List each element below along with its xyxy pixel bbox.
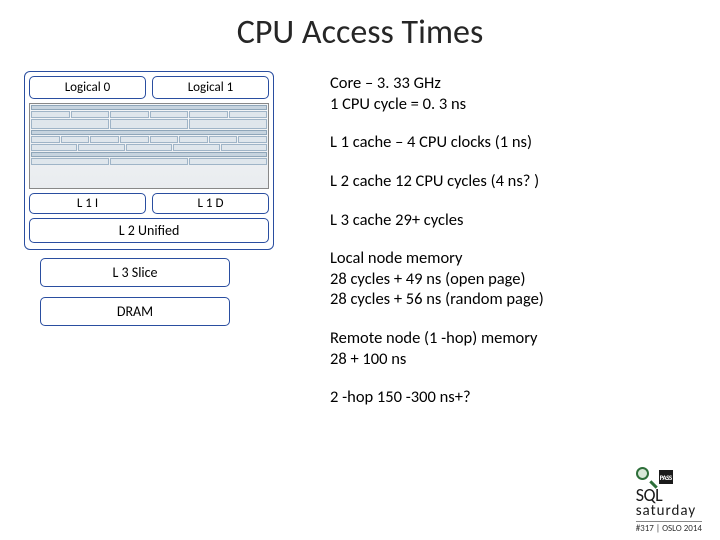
l2-unified-box: L 2 Unified bbox=[29, 218, 269, 243]
saturday-text: saturday bbox=[636, 502, 696, 520]
core-freq: Core – 3. 33 GHz bbox=[330, 73, 441, 93]
event-text: #317 | OSLO 2014 bbox=[636, 521, 702, 534]
core-box: Logical 0 Logical 1 L 1 I L 1 D L 2 Unif… bbox=[24, 71, 274, 250]
footer-logo: PASS SQL saturday #317 | OSLO 2014 bbox=[636, 467, 702, 534]
local-mem-fact: Local node memory 28 cycles + 49 ns (ope… bbox=[330, 248, 696, 310]
content-row: Logical 0 Logical 1 L 1 I L 1 D L 2 Unif… bbox=[0, 71, 720, 426]
logical-1-box: Logical 1 bbox=[152, 76, 269, 99]
local-mem-open: 28 cycles + 49 ns (open page) bbox=[330, 269, 526, 289]
logical-0-box: Logical 0 bbox=[29, 76, 146, 99]
remote-mem-fact: Remote node (1 -hop) memory 28 + 100 ns bbox=[330, 328, 696, 369]
twohop-fact: 2 -hop 150 -300 ns+? bbox=[330, 387, 696, 408]
remote-mem-title: Remote node (1 -hop) memory bbox=[330, 328, 538, 348]
l1d-box: L 1 D bbox=[152, 193, 269, 214]
facts-column: Core – 3. 33 GHz 1 CPU cycle = 0. 3 ns L… bbox=[274, 71, 696, 426]
l2-fact: L 2 cache 12 CPU cycles (4 ns? ) bbox=[330, 171, 696, 192]
l1i-box: L 1 I bbox=[29, 193, 146, 214]
core-cycle: 1 CPU cycle = 0. 3 ns bbox=[330, 94, 466, 114]
l3-fact: L 3 cache 29+ cycles bbox=[330, 210, 696, 231]
dram-box: DRAM bbox=[40, 297, 230, 326]
slide-title: CPU Access Times bbox=[0, 0, 720, 71]
core-fact: Core – 3. 33 GHz 1 CPU cycle = 0. 3 ns bbox=[330, 73, 696, 114]
l3-slice-box: L 3 Slice bbox=[40, 258, 230, 287]
microarchitecture-diagram bbox=[29, 103, 269, 189]
diagram-column: Logical 0 Logical 1 L 1 I L 1 D L 2 Unif… bbox=[24, 71, 274, 426]
pass-badge: PASS bbox=[659, 470, 673, 484]
local-mem-rand: 28 cycles + 56 ns (random page) bbox=[330, 289, 544, 309]
magnifier-icon bbox=[636, 467, 656, 487]
l1-fact: L 1 cache – 4 CPU clocks (1 ns) bbox=[330, 132, 696, 153]
local-mem-title: Local node memory bbox=[330, 248, 462, 268]
remote-mem-value: 28 + 100 ns bbox=[330, 349, 406, 369]
